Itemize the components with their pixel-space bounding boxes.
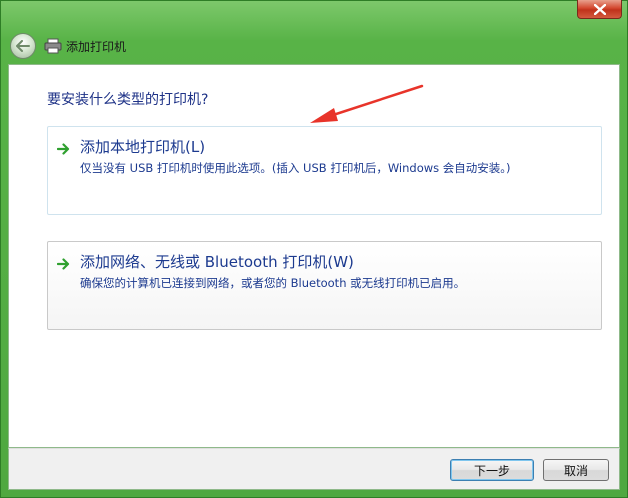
page-question: 要安装什么类型的打印机?	[47, 92, 209, 108]
header-title: 添加打印机	[66, 39, 127, 54]
annotation-arrow	[310, 84, 424, 123]
green-arrow-icon	[57, 143, 70, 155]
close-icon	[593, 3, 606, 15]
close-button[interactable]	[577, 0, 622, 19]
back-arrow-icon	[16, 40, 30, 52]
header-bar: 添加打印机	[8, 28, 620, 64]
cancel-button[interactable]: 取消	[543, 459, 609, 481]
option-add-network-printer[interactable]: 添加网络、无线或 Bluetooth 打印机(W) 确保您的计算机已连接到网络，…	[47, 241, 602, 330]
option-add-local-printer[interactable]: 添加本地打印机(L) 仅当没有 USB 打印机时使用此选项。(插入 USB 打印…	[47, 126, 602, 215]
option-title: 添加网络、无线或 Bluetooth 打印机(W)	[80, 253, 354, 271]
option-title: 添加本地打印机(L)	[80, 138, 206, 156]
next-button[interactable]: 下一步	[450, 459, 534, 481]
back-button[interactable]	[10, 33, 36, 59]
option-description: 仅当没有 USB 打印机时使用此选项。(插入 USB 打印机后，Windows …	[80, 161, 511, 175]
option-description: 确保您的计算机已连接到网络，或者您的 Bluetooth 或无线打印机已启用。	[80, 276, 466, 290]
green-arrow-icon	[57, 258, 70, 270]
printer-icon	[44, 38, 62, 54]
